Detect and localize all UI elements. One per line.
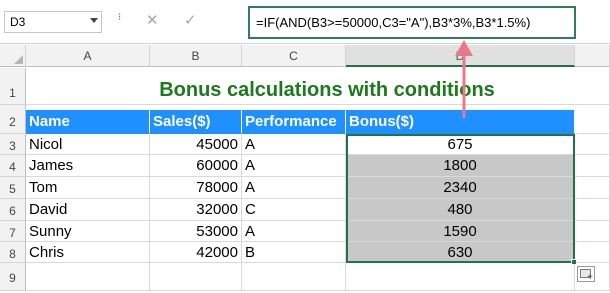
- name-cell[interactable]: Sunny: [26, 221, 150, 242]
- row-header-4[interactable]: 4: [0, 155, 26, 177]
- row-header-8[interactable]: 8: [0, 242, 26, 263]
- table-cell[interactable]: [346, 263, 575, 291]
- sales-cell[interactable]: 78000: [150, 177, 242, 199]
- name-cell[interactable]: David: [26, 199, 150, 221]
- enter-icon[interactable]: ✓: [184, 11, 197, 29]
- formula-input[interactable]: =IF(AND(B3>=50000,C3="A"),B3*3%,B3*1.5%): [248, 6, 576, 39]
- row-header-3[interactable]: 3: [0, 134, 26, 155]
- table-cell[interactable]: [575, 221, 610, 242]
- sales-cell[interactable]: 60000: [150, 155, 242, 177]
- table-cell[interactable]: [575, 155, 610, 177]
- row-2-spacer: [26, 105, 610, 110]
- table-cell[interactable]: [575, 242, 610, 263]
- name-cell[interactable]: James: [26, 155, 150, 177]
- performance-cell[interactable]: A: [242, 155, 346, 177]
- column-header-c[interactable]: C: [242, 45, 346, 67]
- cancel-icon[interactable]: ✕: [146, 11, 159, 29]
- table-cell[interactable]: [242, 263, 346, 291]
- row-header-1[interactable]: 1: [0, 68, 26, 105]
- header-cell-performance[interactable]: Performance: [242, 110, 346, 134]
- row-header-9[interactable]: 9: [0, 263, 26, 291]
- name-cell[interactable]: Tom: [26, 177, 150, 199]
- column-header-b[interactable]: B: [150, 45, 242, 67]
- table-cell[interactable]: [26, 263, 150, 291]
- name-box[interactable]: D3: [4, 11, 102, 33]
- table-cell[interactable]: [150, 263, 242, 291]
- column-header-a[interactable]: A: [26, 45, 150, 67]
- table-cell[interactable]: [575, 134, 610, 155]
- sales-cell[interactable]: 32000: [150, 199, 242, 221]
- name-cell[interactable]: Chris: [26, 242, 150, 263]
- sales-cell[interactable]: 42000: [150, 242, 242, 263]
- row-header-6[interactable]: 6: [0, 199, 26, 221]
- select-all-icon: [14, 55, 23, 64]
- header-cell-sales[interactable]: Sales($): [150, 110, 242, 134]
- sales-cell[interactable]: 53000: [150, 221, 242, 242]
- header-cell-name[interactable]: Name: [26, 110, 150, 134]
- performance-cell[interactable]: A: [242, 134, 346, 155]
- row-header-5[interactable]: 5: [0, 177, 26, 199]
- name-cell[interactable]: Nicol: [26, 134, 150, 155]
- sales-cell[interactable]: 45000: [150, 134, 242, 155]
- row-header-2[interactable]: 2: [0, 105, 26, 134]
- fill-handle[interactable]: [571, 259, 577, 265]
- formula-bar-buttons: ✕ ✓ fx: [140, 11, 377, 33]
- performance-cell[interactable]: C: [242, 199, 346, 221]
- column-header-e[interactable]: [575, 45, 610, 67]
- name-box-dropdown-icon[interactable]: [90, 18, 98, 23]
- table-cell[interactable]: [575, 177, 610, 199]
- quick-analysis-icon[interactable]: [577, 266, 595, 283]
- sheet-title[interactable]: Bonus calculations with conditions: [26, 68, 610, 105]
- table-cell[interactable]: [575, 199, 610, 221]
- performance-cell[interactable]: A: [242, 177, 346, 199]
- performance-cell[interactable]: A: [242, 221, 346, 242]
- performance-cell[interactable]: B: [242, 242, 346, 263]
- selection-border: [346, 134, 575, 263]
- formula-bar-grip-icon[interactable]: ⁝: [118, 13, 121, 28]
- pointer-arrow: [455, 40, 473, 118]
- row-header-7[interactable]: 7: [0, 221, 26, 242]
